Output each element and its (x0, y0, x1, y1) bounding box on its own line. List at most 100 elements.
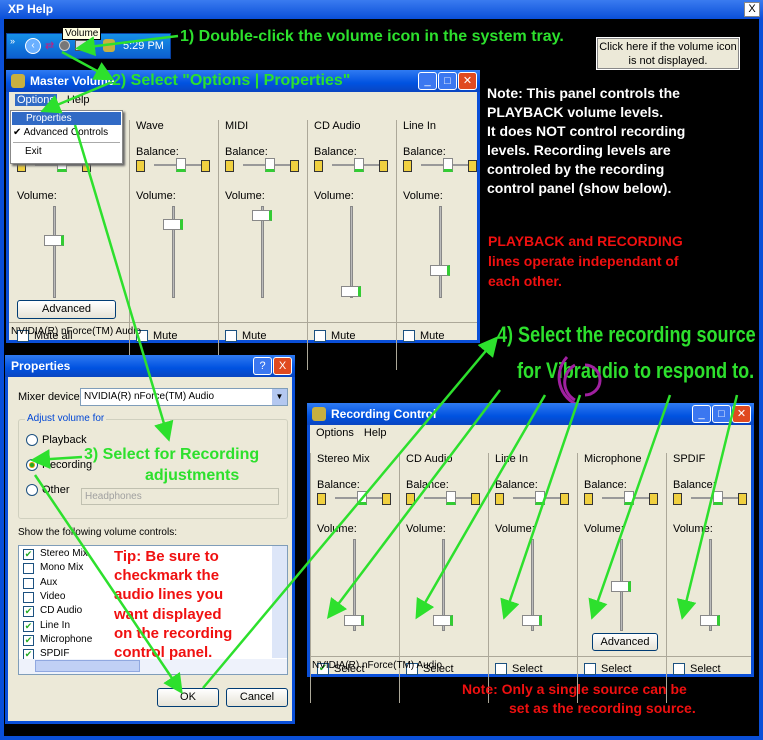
window-title-bar: XP Help (0, 0, 763, 19)
volume-tray-icon[interactable] (59, 40, 70, 51)
maximize-button[interactable]: □ (712, 405, 731, 423)
balance-label: Balance: (673, 479, 716, 491)
help-button-line2: is not displayed. (628, 55, 708, 67)
tray-app-icon-2[interactable] (103, 39, 115, 52)
help-button[interactable]: ? (253, 357, 272, 375)
left-speaker-icon (136, 160, 145, 172)
volume-label: Volume: (17, 190, 57, 202)
menu-item-properties[interactable]: Properties (12, 112, 121, 125)
balance-thumb[interactable] (624, 491, 634, 505)
balance-label: Balance: (403, 146, 446, 158)
step2-annotation: 2) Select "Options | Properties" (112, 72, 351, 89)
close-button[interactable]: ✕ (458, 72, 477, 90)
tip-line: audio lines you (114, 586, 224, 604)
close-button[interactable]: X (273, 357, 292, 375)
properties-title: Properties (11, 359, 71, 373)
volume-slider-thumb[interactable] (700, 614, 720, 626)
volume-slider-thumb[interactable] (252, 210, 272, 222)
single-source-note: Note: Only a single source can be set as… (462, 680, 696, 718)
tray-app-icon[interactable] (75, 40, 87, 51)
note-line: It does NOT control recording (487, 123, 686, 139)
close-button[interactable]: ✕ (732, 405, 751, 423)
menu-item-advanced-controls[interactable]: ✔ Advanced Controls (11, 126, 122, 139)
control-checkbox[interactable] (23, 577, 34, 589)
control-checkbox[interactable] (23, 591, 34, 603)
options-dropdown-menu: Properties ✔ Advanced Controls Exit (10, 110, 123, 164)
note-line: Note: This panel controls the (487, 85, 680, 101)
minimize-button[interactable]: _ (692, 405, 711, 423)
note-line: set as the recording source. (509, 700, 696, 716)
control-checkbox[interactable] (23, 563, 34, 575)
balance-thumb[interactable] (265, 158, 275, 172)
recording-status-bar: NVIDIA(R) nForce(TM) Audio (310, 656, 751, 674)
control-label: Microphone (40, 633, 93, 645)
left-speaker-icon (317, 493, 326, 505)
step4-annotation-line2: for Vibraudio to respond to. (517, 358, 755, 383)
recording-advanced-button[interactable]: Advanced (592, 633, 658, 651)
mixer-device-select[interactable]: NVIDIA(R) nForce(TM) Audio ▼ (80, 388, 288, 406)
volume-slider-thumb[interactable] (522, 614, 542, 626)
menu-help[interactable]: Help (364, 427, 387, 439)
balance-thumb[interactable] (443, 158, 453, 172)
column-header: MIDI (225, 120, 249, 132)
control-label: CD Audio (40, 605, 83, 617)
tray-clock[interactable]: 5:29 PM (123, 40, 164, 52)
volume-slider-thumb[interactable] (433, 614, 453, 626)
recording-control-window: Recording Control _ □ ✕ Options Help Ster… (307, 403, 754, 703)
right-speaker-icon (649, 493, 658, 505)
master-menu-bar: Options Help (9, 92, 477, 109)
volume-label: Volume: (314, 190, 354, 202)
vertical-scrollbar[interactable] (272, 546, 287, 658)
menu-options[interactable]: Options (15, 94, 57, 106)
balance-thumb[interactable] (176, 158, 186, 172)
control-checkbox[interactable]: ✔ (23, 620, 34, 632)
volume-slider-thumb[interactable] (430, 264, 450, 276)
other-device-select[interactable]: Headphones (81, 488, 279, 505)
adjust-volume-label: Adjust volume for (25, 413, 107, 424)
balance-thumb[interactable] (535, 491, 545, 505)
volume-slider-thumb[interactable] (341, 285, 361, 297)
control-label: Line In (40, 619, 71, 631)
properties-title-bar: Properties (5, 355, 295, 377)
volume-slider-thumb[interactable] (344, 614, 364, 626)
balance-thumb[interactable] (357, 491, 367, 505)
left-speaker-icon (673, 493, 682, 505)
menu-help[interactable]: Help (67, 94, 90, 106)
control-label: Aux (40, 576, 58, 588)
other-radio[interactable] (26, 484, 38, 496)
balance-thumb[interactable] (713, 491, 723, 505)
note-line: PLAYBACK volume levels. (487, 104, 664, 120)
maximize-button[interactable]: □ (438, 72, 457, 90)
control-checkbox[interactable]: ✔ (23, 549, 34, 560)
playback-radio[interactable] (26, 434, 38, 446)
volume-slider-thumb[interactable] (163, 218, 183, 230)
volume-slider-track[interactable] (53, 206, 56, 298)
volume-label: Volume: (495, 523, 535, 535)
control-checkbox[interactable]: ✔ (23, 606, 34, 618)
balance-thumb[interactable] (446, 491, 456, 505)
control-checkbox[interactable]: ✔ (23, 634, 34, 646)
master-advanced-button[interactable]: Advanced (17, 300, 116, 319)
minimize-button[interactable]: _ (418, 72, 437, 90)
volume-slider-thumb[interactable] (44, 235, 64, 247)
volume-icon-help-button[interactable]: Click here if the volume icon is not dis… (596, 37, 740, 70)
ok-button[interactable]: OK (157, 688, 219, 707)
master-status-bar: NVIDIA(R) nForce(TM) Audio (9, 322, 477, 340)
volume-slider-thumb[interactable] (611, 581, 631, 592)
menu-options[interactable]: Options (316, 427, 354, 439)
volume-slider-track[interactable] (350, 206, 353, 298)
balance-thumb[interactable] (354, 158, 364, 172)
recording-radio[interactable] (26, 459, 38, 471)
volume-slider-track[interactable] (439, 206, 442, 298)
right-speaker-icon (560, 493, 569, 505)
left-speaker-icon (584, 493, 593, 505)
right-speaker-icon (382, 493, 391, 505)
window-close-button[interactable]: X (744, 2, 760, 17)
tray-chevron[interactable]: » (10, 36, 15, 46)
menu-item-exit[interactable]: Exit (11, 146, 122, 157)
cancel-button[interactable]: Cancel (226, 688, 288, 707)
network-icon[interactable]: ⇄ (45, 39, 57, 53)
mixer-app-icon (312, 407, 326, 421)
right-speaker-icon (471, 493, 480, 505)
back-arrow-icon[interactable]: ‹ (25, 38, 41, 54)
